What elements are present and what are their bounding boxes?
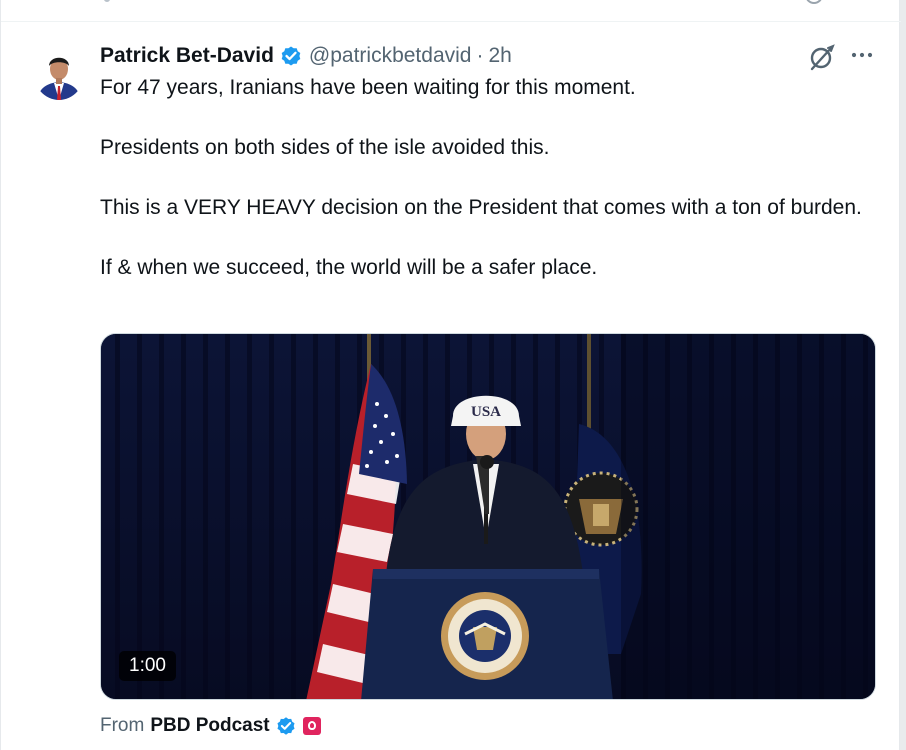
video-thumbnail: USA <box>101 334 875 699</box>
more-options-icon[interactable] <box>847 42 877 72</box>
tweet-paragraph: If & when we succeed, the world will be … <box>100 256 598 279</box>
podium <box>361 569 613 699</box>
avatar[interactable] <box>33 42 85 100</box>
tweet-paragraph: For 47 years, Iranians have been waiting… <box>100 76 636 99</box>
header-separator: · <box>476 44 484 67</box>
video-player[interactable]: USA <box>100 333 876 700</box>
tweet-paragraph: Presidents on both sides of the isle avo… <box>100 136 550 159</box>
affiliate-badge-icon[interactable] <box>302 717 321 735</box>
verified-badge-icon[interactable] <box>275 715 297 737</box>
source-prefix: From <box>100 715 145 736</box>
grok-icon[interactable] <box>807 42 837 72</box>
verified-badge-icon[interactable] <box>279 44 303 68</box>
video-source: From PBD Podcast <box>100 711 321 741</box>
author-name[interactable]: Patrick Bet-David <box>100 44 274 68</box>
previous-tweet-marker <box>104 0 110 2</box>
previous-tweet-icon <box>805 0 823 4</box>
avatar-image <box>33 42 85 100</box>
tweet-text: For 47 years, Iranians have been waiting… <box>100 73 870 283</box>
tweet-timestamp[interactable]: 2h <box>488 44 511 68</box>
author-handle[interactable]: @patrickbetdavid <box>309 44 472 68</box>
cap-label: USA <box>471 404 501 420</box>
video-duration: 1:00 <box>119 651 176 681</box>
previous-tweet-edge <box>1 0 901 22</box>
tweet-card[interactable]: Patrick Bet-David @patrickbetdavid · 2h … <box>0 0 901 750</box>
source-name[interactable]: PBD Podcast <box>150 715 269 737</box>
tweet-header: Patrick Bet-David @patrickbetdavid · 2h <box>100 40 512 72</box>
tweet-paragraph: This is a VERY HEAVY decision on the Pre… <box>100 196 862 219</box>
